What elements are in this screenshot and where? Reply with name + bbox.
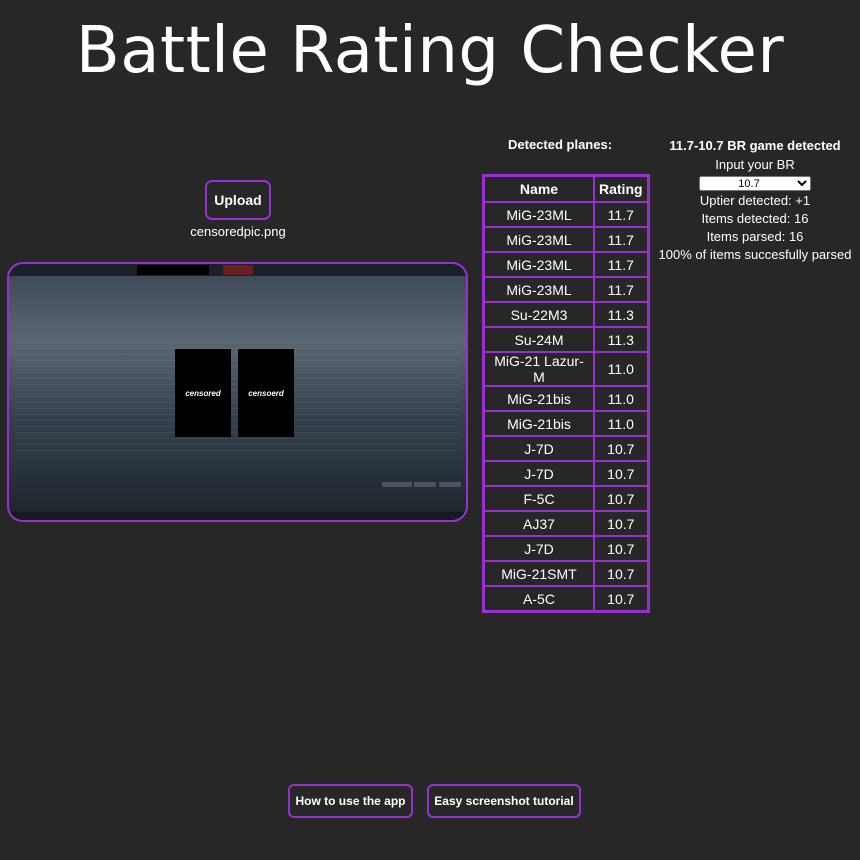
plane-name-cell: MiG-21 Lazur-M (484, 352, 594, 386)
plane-rating-cell: 11.7 (594, 227, 648, 252)
table-row: J-7D 10.7 (484, 436, 648, 461)
how-to-use-button[interactable]: How to use the app (288, 784, 413, 818)
upload-button[interactable]: Upload (205, 180, 271, 220)
plane-rating-cell: 11.0 (594, 411, 648, 436)
table-row: MiG-23ML 11.7 (484, 277, 648, 302)
detected-planes-table: Name Rating MiG-23ML 11.7 MiG-23ML 11.7 MiG-… (482, 174, 650, 613)
table-row: MiG-23ML 11.7 (484, 252, 648, 277)
plane-name-cell: J-7D (484, 461, 594, 486)
br-input-label: Input your BR (715, 157, 795, 172)
preview-mini-button (414, 482, 436, 487)
plane-name-cell: A-5C (484, 586, 594, 611)
table-row: Su-24M 11.3 (484, 327, 648, 352)
column-header-name: Name (484, 176, 594, 202)
table-row: AJ37 10.7 (484, 511, 648, 536)
plane-rating-cell: 10.7 (594, 461, 648, 486)
table-row: MiG-21 Lazur-M 11.0 (484, 352, 648, 386)
preview-mini-button (439, 482, 461, 487)
plane-name-cell: J-7D (484, 436, 594, 461)
table-row: J-7D 10.7 (484, 536, 648, 561)
plane-rating-cell: 11.7 (594, 202, 648, 227)
uptier-status: Uptier detected: +1 (699, 193, 811, 208)
table-row: F-5C 10.7 (484, 486, 648, 511)
uploaded-file-name: censoredpic.png (190, 224, 286, 239)
column-header-rating: Rating (594, 176, 648, 202)
plane-name-cell: F-5C (484, 486, 594, 511)
preview-bottombar (9, 512, 466, 520)
table-row: MiG-23ML 11.7 (484, 227, 648, 252)
screenshot-tutorial-button[interactable]: Easy screenshot tutorial (427, 784, 581, 818)
plane-rating-cell: 10.7 (594, 436, 648, 461)
plane-rating-cell: 10.7 (594, 561, 648, 586)
plane-rating-cell: 10.7 (594, 511, 648, 536)
plane-name-cell: MiG-23ML (484, 277, 594, 302)
plane-name-cell: MiG-21bis (484, 411, 594, 436)
detected-planes-heading: Detected planes: (508, 137, 613, 152)
table-row: A-5C 10.7 (484, 586, 648, 611)
plane-rating-cell: 10.7 (594, 486, 648, 511)
table-row: Su-22M3 11.3 (484, 302, 648, 327)
table-row: MiG-21bis 11.0 (484, 411, 648, 436)
game-br-detected: 11.7-10.7 BR game detected (669, 138, 841, 153)
plane-rating-cell: 11.0 (594, 386, 648, 411)
plane-name-cell: AJ37 (484, 511, 594, 536)
plane-rating-cell: 11.7 (594, 252, 648, 277)
plane-name-cell: MiG-23ML (484, 202, 594, 227)
plane-rating-cell: 11.7 (594, 277, 648, 302)
plane-rating-cell: 10.7 (594, 536, 648, 561)
plane-name-cell: MiG-21bis (484, 386, 594, 411)
plane-rating-cell: 10.7 (594, 586, 648, 611)
preview-censored-panel-left: censored (175, 349, 231, 437)
preview-censor-bar (137, 265, 209, 275)
screenshot-preview: censored censoerd (7, 262, 468, 522)
table-row: MiG-21bis 11.0 (484, 386, 648, 411)
plane-name-cell: J-7D (484, 536, 594, 561)
preview-game-logo (223, 265, 253, 275)
plane-rating-cell: 11.0 (594, 352, 648, 386)
plane-name-cell: Su-22M3 (484, 302, 594, 327)
parse-rate: 100% of items succesfully parsed (658, 247, 852, 262)
table-row: MiG-21SMT 10.7 (484, 561, 648, 586)
plane-name-cell: MiG-23ML (484, 227, 594, 252)
br-select[interactable]: 10.7 (699, 176, 811, 191)
plane-rating-cell: 11.3 (594, 302, 648, 327)
plane-name-cell: MiG-21SMT (484, 561, 594, 586)
preview-censored-panel-right: censoerd (238, 349, 294, 437)
plane-name-cell: Su-24M (484, 327, 594, 352)
table-row: MiG-23ML 11.7 (484, 202, 648, 227)
detection-info: 11.7-10.7 BR game detected Input your BR… (650, 137, 860, 264)
items-detected-count: Items detected: 16 (701, 211, 809, 226)
preview-mini-button (382, 482, 412, 487)
items-parsed-count: Items parsed: 16 (706, 229, 804, 244)
table-header-row: Name Rating (484, 176, 648, 202)
plane-name-cell: MiG-23ML (484, 252, 594, 277)
plane-rating-cell: 11.3 (594, 327, 648, 352)
table-row: J-7D 10.7 (484, 461, 648, 486)
page-title: Battle Rating Checker (75, 14, 785, 88)
